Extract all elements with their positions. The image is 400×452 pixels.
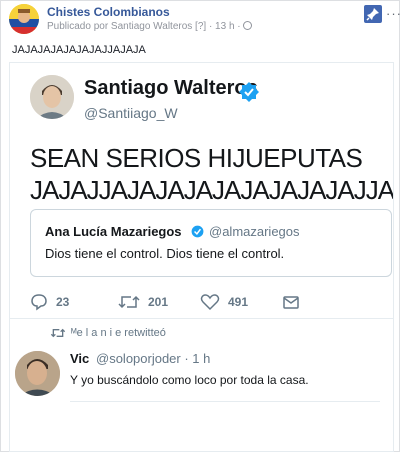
- post-meta-text: Publicado por Santiago Walteros [?] · 13…: [47, 21, 241, 32]
- post-meta: Publicado por Santiago Walteros [?] · 13…: [47, 21, 252, 32]
- page-avatar[interactable]: [9, 4, 39, 34]
- pin-button[interactable]: [364, 5, 382, 23]
- more-options-button[interactable]: ···: [386, 6, 400, 21]
- pin-icon: [366, 8, 379, 21]
- divider: [10, 318, 393, 319]
- tweet-screenshot[interactable]: Santiago Walteros @Santiiago_W SEAN SERI…: [9, 62, 394, 452]
- tweet-author-handle: @Santiiago_W: [84, 105, 178, 121]
- post-header: Chistes Colombianos Publicado por Santia…: [9, 4, 400, 34]
- like-count: 491: [228, 295, 249, 309]
- envelope-icon: [283, 296, 299, 309]
- reply-icon: [31, 294, 47, 311]
- retweet-author-avatar: [15, 351, 60, 396]
- tweet-author-name: Santiago Walteros: [84, 77, 258, 99]
- quoted-text: Dios tiene el control. Dios tiene el con…: [45, 246, 285, 261]
- retweet-author-name: Vic: [70, 351, 90, 366]
- quoted-tweet: Ana Lucía Mazariegos @almazariegos Dios …: [30, 209, 392, 277]
- verified-badge-icon: [191, 225, 204, 238]
- heart-icon: [200, 294, 220, 311]
- tweet-text-line-1: SEAN SERIOS HIJUEPUTAS: [30, 143, 363, 173]
- tweet-actions: 23 201 491: [30, 291, 330, 313]
- retweet-text: Y yo buscándolo como loco por toda la ca…: [70, 373, 309, 387]
- retweet-action: 201: [118, 291, 168, 313]
- tweet-author-avatar: [30, 75, 74, 119]
- page-name-link[interactable]: Chistes Colombianos: [47, 5, 170, 19]
- retweet-count: 201: [148, 295, 169, 309]
- message-action: [282, 291, 300, 313]
- retweet-indicator: ᴹe l a n i e retwitteó: [50, 327, 166, 339]
- facebook-post: Chistes Colombianos Publicado por Santia…: [0, 0, 400, 452]
- retweet-author-handle: @soloporjoder · 1 h: [96, 351, 211, 366]
- divider: [70, 401, 380, 402]
- quoted-author-name: Ana Lucía Mazariegos: [45, 224, 182, 239]
- retweet-icon: [50, 328, 66, 338]
- post-text: JAJAJAJAJAJAJAJJAJAJA: [12, 44, 146, 56]
- verified-badge-icon: [239, 82, 259, 102]
- globe-icon: [242, 21, 252, 30]
- reply-count: 23: [56, 295, 70, 309]
- retweeted-by-label: ᴹe l a n i e retwitteó: [71, 327, 166, 339]
- tweet-text-line-2: JAJAJJAJAJAJAJAJAJAJAJAJJA.: [30, 175, 394, 205]
- quoted-author-handle: @almazariegos: [209, 224, 300, 239]
- reply-action: 23: [30, 291, 69, 313]
- like-action: 491: [200, 291, 248, 313]
- retweet-icon: [118, 295, 140, 309]
